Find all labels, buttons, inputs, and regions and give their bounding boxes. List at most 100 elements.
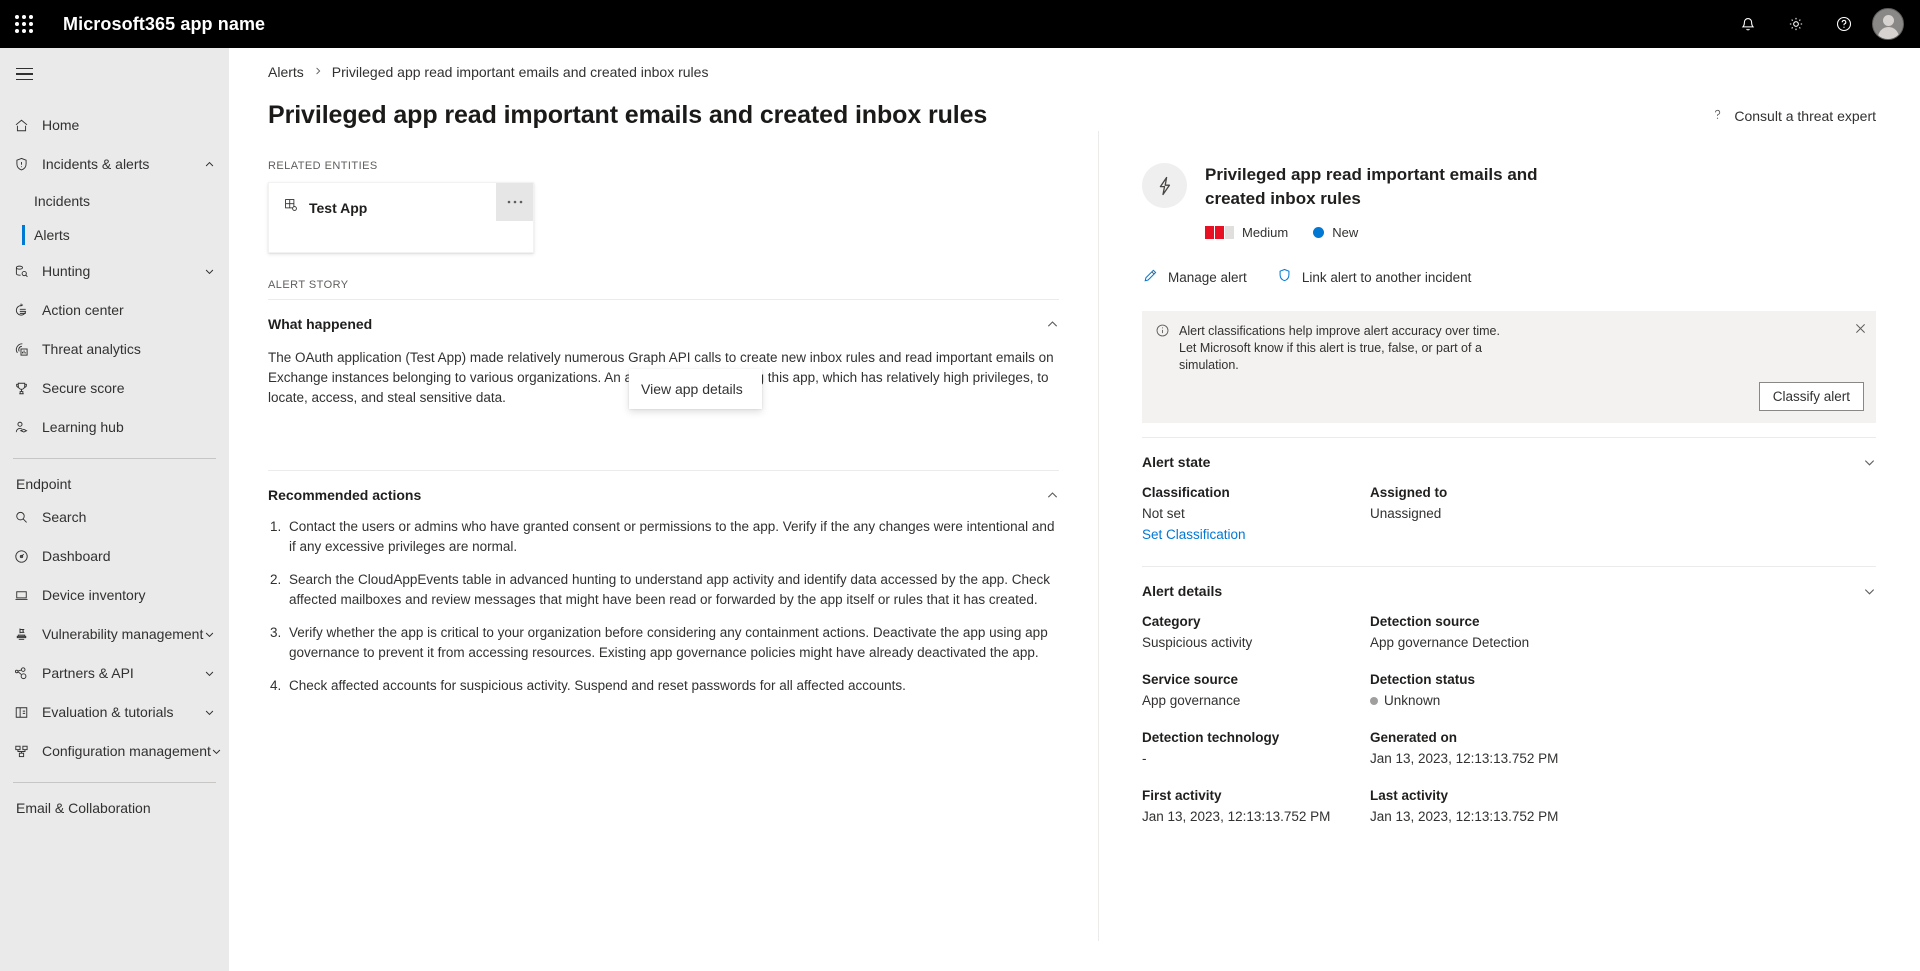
evaluation-tutorials-icon <box>11 703 31 723</box>
sidebar-item-alerts[interactable]: Alerts <box>0 218 229 252</box>
search-icon <box>11 508 31 528</box>
field-value: - <box>1142 751 1147 766</box>
sidebar-item-threat-analytics[interactable]: Threat analytics <box>0 330 229 369</box>
chevron-down-icon[interactable] <box>204 629 215 640</box>
classification-notice: Alert classifications help improve alert… <box>1142 311 1876 423</box>
recommended-actions-list: Contact the users or admins who have gra… <box>268 517 1059 696</box>
panel-badges: Medium New <box>1205 225 1585 240</box>
app-launcher-icon[interactable] <box>0 0 48 48</box>
settings-gear-icon[interactable] <box>1772 0 1820 48</box>
sidebar-item-device-inventory[interactable]: Device inventory <box>0 576 229 615</box>
chevron-down-icon[interactable] <box>204 266 215 277</box>
field-label: Detection technology <box>1142 730 1280 745</box>
sidebar-item-label: Vulnerability management <box>42 626 204 642</box>
sidebar-divider <box>13 458 216 459</box>
field-label: Detection source <box>1370 614 1480 629</box>
alert-details-header[interactable]: Alert details <box>1132 567 1920 614</box>
partners-api-icon <box>11 664 31 684</box>
notification-bell-icon[interactable] <box>1724 0 1772 48</box>
app-entity-icon <box>283 197 299 218</box>
sidebar-item-label: Home <box>42 117 80 133</box>
sidebar-item-home[interactable]: Home <box>0 106 229 145</box>
user-avatar[interactable] <box>1872 8 1904 40</box>
field-label: Category <box>1142 614 1201 629</box>
entity-more-ellipsis-icon[interactable] <box>496 183 533 221</box>
consult-threat-expert-button[interactable]: Consult a threat expert <box>1710 99 1876 125</box>
sidebar-item-label: Partners & API <box>42 665 134 681</box>
severity-badge: Medium <box>1205 225 1288 240</box>
laptop-icon <box>11 586 31 606</box>
entity-card-main[interactable]: Test App <box>269 183 367 218</box>
menu-item-view-app-details[interactable]: View app details <box>629 373 762 405</box>
sidebar-group-email-collaboration: Email & Collaboration <box>16 800 151 816</box>
sidebar-item-secure-score[interactable]: Secure score <box>0 369 229 408</box>
sidebar-item-incidents[interactable]: Incidents <box>0 184 229 218</box>
what-happened-title: What happened <box>268 316 373 332</box>
sidebar-item-learning-hub[interactable]: Learning hub <box>0 408 229 447</box>
field-value: Unknown <box>1384 693 1441 708</box>
chevron-down-icon[interactable] <box>211 746 222 757</box>
sidebar-item-label: Device inventory <box>42 587 146 603</box>
field-value: Suspicious activity <box>1142 635 1253 650</box>
alert-state-header[interactable]: Alert state <box>1132 438 1920 485</box>
severity-bars-icon <box>1205 226 1234 239</box>
chevron-up-icon[interactable] <box>1046 489 1059 502</box>
breadcrumb: Alerts Privileged app read important ema… <box>229 48 1920 80</box>
alert-details-title: Alert details <box>1142 583 1223 599</box>
shield-alert-icon <box>11 155 31 175</box>
field-label: Last activity <box>1370 788 1449 803</box>
link-alert-label: Link alert to another incident <box>1301 269 1472 285</box>
classify-alert-button[interactable]: Classify alert <box>1758 382 1864 411</box>
close-x-icon[interactable] <box>1852 320 1868 336</box>
chevron-down-icon[interactable] <box>204 707 215 718</box>
chevron-down-icon[interactable] <box>1863 456 1876 469</box>
entity-card-test-app[interactable]: Test App <box>268 182 534 253</box>
help-question-icon[interactable] <box>1820 0 1868 48</box>
field-category: Category Suspicious activity <box>1142 614 1370 650</box>
chevron-down-icon[interactable] <box>1863 585 1876 598</box>
sidebar-group-endpoint: Endpoint <box>16 476 72 492</box>
link-alert-button[interactable]: Link alert to another incident <box>1276 267 1472 287</box>
sidebar-item-search[interactable]: Search <box>0 498 229 537</box>
sidebar-item-incidents-alerts[interactable]: Incidents & alerts <box>0 145 229 184</box>
field-label: Generated on <box>1370 730 1458 745</box>
severity-label: Medium <box>1242 225 1289 240</box>
field-value: App governance <box>1142 693 1241 708</box>
panel-header-text: Privileged app read important emails and… <box>1205 163 1585 240</box>
manage-alert-button[interactable]: Manage alert <box>1142 267 1247 287</box>
suite-header-bar: Microsoft365 app name <box>0 0 1920 48</box>
field-value: Jan 13, 2023, 12:13:13.752 PM <box>1142 809 1331 824</box>
field-detection-status: Detection status Unknown <box>1370 672 1876 708</box>
breadcrumb-current: Privileged app read important emails and… <box>331 64 709 80</box>
learning-hub-icon <box>11 418 31 438</box>
sidebar-item-configuration-management[interactable]: Configuration management <box>0 732 229 771</box>
hamburger-menu-icon[interactable] <box>0 52 48 96</box>
chevron-up-icon[interactable] <box>1046 318 1059 331</box>
field-label: First activity <box>1142 788 1222 803</box>
chevron-down-icon[interactable] <box>204 668 215 679</box>
status-label: New <box>1332 225 1359 240</box>
list-item: Search the CloudAppEvents table in advan… <box>285 570 1059 610</box>
sidebar-item-vulnerability-management[interactable]: Vulnerability management <box>0 615 229 654</box>
sidebar-item-hunting[interactable]: Hunting <box>0 252 229 291</box>
sidebar-primary-list: Home Incidents & alerts Incidents Alerts… <box>0 96 229 822</box>
sidebar-item-action-center[interactable]: Action center <box>0 291 229 330</box>
what-happened-header[interactable]: What happened <box>268 300 1059 332</box>
set-classification-link[interactable]: Set Classification <box>1142 527 1246 542</box>
home-icon <box>11 116 31 136</box>
threat-analytics-icon <box>11 340 31 360</box>
sidebar-item-evaluation-tutorials[interactable]: Evaluation & tutorials <box>0 693 229 732</box>
info-circle-icon <box>1155 323 1170 411</box>
breadcrumb-alerts-link[interactable]: Alerts <box>268 64 304 80</box>
sidebar-item-dashboard[interactable]: Dashboard <box>0 537 229 576</box>
field-label: Service source <box>1142 672 1239 687</box>
sidebar-item-partners-api[interactable]: Partners & API <box>0 654 229 693</box>
field-label: Detection status <box>1370 672 1476 687</box>
sidebar-item-label: Action center <box>42 302 124 318</box>
list-item: Verify whether the app is critical to yo… <box>285 623 1059 663</box>
chevron-up-icon[interactable] <box>204 159 215 170</box>
recommended-actions-header[interactable]: Recommended actions <box>268 471 1059 503</box>
suite-actions <box>1724 0 1920 48</box>
status-dot-icon <box>1313 227 1325 238</box>
consult-threat-expert-label: Consult a threat expert <box>1734 108 1876 124</box>
